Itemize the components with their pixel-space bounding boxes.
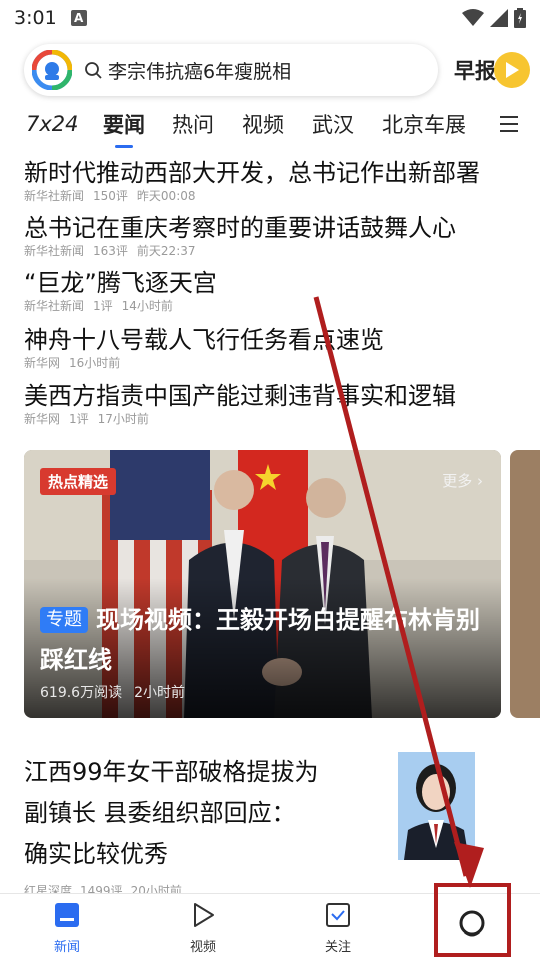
annotation-highlight-box — [434, 883, 511, 957]
annotation-arrow — [313, 296, 484, 888]
